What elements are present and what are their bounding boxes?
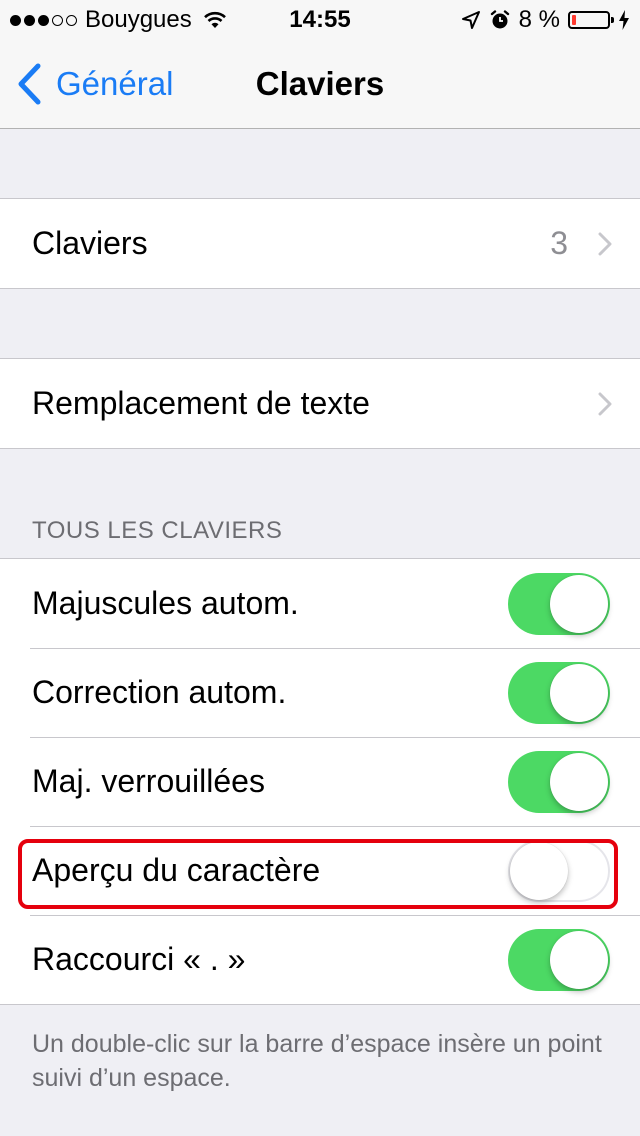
- toggle-row-character-preview: Aperçu du caractère: [0, 826, 640, 915]
- toggle-label: Majuscules autom.: [32, 585, 299, 621]
- chevron-right-icon: [598, 232, 612, 255]
- toggle-row-auto-capitalization: Majuscules autom.: [0, 559, 640, 648]
- toggle-label: Raccourci « . »: [32, 941, 246, 977]
- switch-knob: [550, 752, 608, 811]
- text-replacement-row[interactable]: Remplacement de texte: [0, 359, 640, 448]
- period-shortcut-switch[interactable]: [508, 928, 610, 991]
- switch-knob: [550, 930, 608, 989]
- caps-lock-switch[interactable]: [508, 750, 610, 813]
- section-header: TOUS LES CLAVIERS: [32, 517, 283, 544]
- section-footer: Un double-clic sur la barre d’espace ins…: [32, 1030, 602, 1092]
- location-arrow-icon: [461, 11, 480, 29]
- switch-knob: [550, 663, 608, 722]
- status-right: 8 %: [461, 0, 630, 40]
- keyboards-group: Claviers 3: [0, 198, 640, 289]
- auto-correction-switch[interactable]: [508, 661, 610, 724]
- toggle-row-auto-correction: Correction autom.: [0, 648, 640, 737]
- keyboards-count: 3: [550, 225, 568, 261]
- navigation-bar: Général Claviers: [0, 40, 640, 129]
- battery-percent: 8 %: [518, 6, 560, 33]
- text-replacement-group: Remplacement de texte: [0, 358, 640, 449]
- auto-capitalization-switch[interactable]: [508, 572, 610, 635]
- toggle-row-period-shortcut: Raccourci « . »: [0, 915, 640, 1004]
- battery-icon: [568, 11, 614, 29]
- toggle-label: Correction autom.: [32, 674, 287, 710]
- chevron-right-icon: [598, 392, 612, 415]
- toggle-label: Maj. verrouillées: [32, 763, 265, 799]
- alarm-clock-icon: [490, 10, 509, 29]
- text-replacement-label: Remplacement de texte: [32, 385, 370, 421]
- character-preview-switch[interactable]: [508, 839, 610, 902]
- status-bar: Bouygues 14:55 8 %: [0, 0, 640, 40]
- switch-knob: [550, 574, 608, 633]
- charging-bolt-icon: [619, 10, 629, 30]
- toggle-label: Aperçu du caractère: [32, 852, 321, 888]
- toggle-row-caps-lock: Maj. verrouillées: [0, 737, 640, 826]
- keyboards-label: Claviers: [32, 225, 148, 261]
- page-title: Claviers: [255, 65, 385, 102]
- all-keyboards-group: Majuscules autom. Correction autom. Maj.…: [0, 558, 640, 1005]
- keyboards-row[interactable]: Claviers 3: [0, 199, 640, 288]
- switch-knob: [510, 841, 568, 900]
